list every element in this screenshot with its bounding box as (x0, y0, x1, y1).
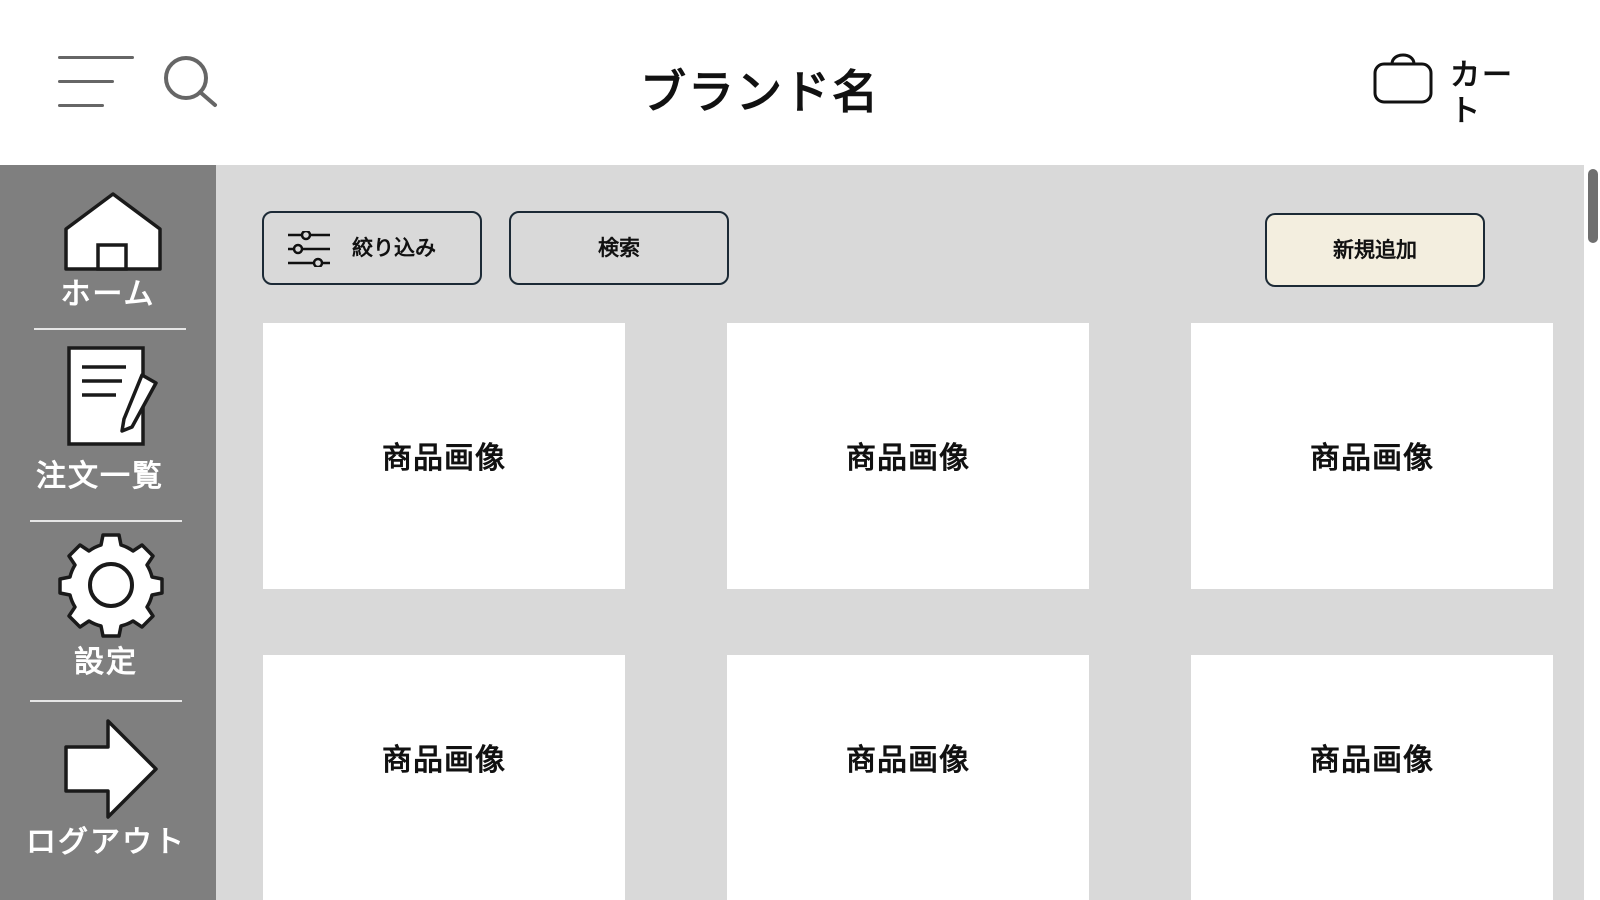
sidebar-item-label: ログアウト (26, 825, 186, 860)
scrollbar-thumb[interactable] (1588, 169, 1598, 243)
product-card[interactable]: 商品画像 (1191, 655, 1553, 900)
sidebar-item-orders[interactable]: 注文一覧 (0, 331, 216, 521)
top-header: ブランド名 カート (0, 0, 1600, 165)
sidebar-item-label: 注文一覧 (36, 459, 164, 494)
product-image-placeholder: 商品画像 (846, 743, 970, 778)
product-image-placeholder: 商品画像 (846, 441, 970, 476)
product-card[interactable]: 商品画像 (1191, 323, 1553, 589)
sidebar-item-label: ホーム (60, 277, 156, 312)
shopping-bag-icon (1373, 53, 1433, 104)
product-card[interactable]: 商品画像 (727, 655, 1089, 900)
brand-name[interactable]: ブランド名 (640, 62, 920, 122)
gear-icon (58, 533, 164, 638)
arrow-right-icon (64, 719, 158, 819)
vertical-scrollbar[interactable] (1584, 165, 1600, 900)
cart-button[interactable]: カート (1372, 50, 1542, 129)
document-edit-icon (67, 346, 158, 446)
sidebar-divider (34, 328, 186, 330)
hamburger-menu-icon[interactable] (58, 56, 136, 108)
add-new-button-label: 新規追加 (1333, 238, 1417, 262)
sidebar-item-home[interactable]: ホーム (0, 165, 216, 325)
filter-button-label: 絞り込み (352, 236, 436, 260)
search-button-label: 検索 (598, 236, 640, 260)
product-image-placeholder: 商品画像 (382, 743, 506, 778)
sidebar-item-label: 設定 (74, 645, 138, 680)
search-button[interactable]: 検索 (509, 211, 729, 285)
product-card[interactable]: 商品画像 (263, 323, 625, 589)
sliders-icon (288, 231, 330, 267)
add-new-button[interactable]: 新規追加 (1265, 213, 1485, 287)
search-icon[interactable] (162, 54, 220, 112)
sidebar-divider (30, 700, 182, 702)
sidebar: ホーム 注文一覧 設定 ログアウト (0, 165, 216, 900)
home-icon (64, 192, 162, 271)
product-card[interactable]: 商品画像 (727, 323, 1089, 589)
product-list-area: 絞り込み 検索 新規追加 商品画像 商品画像 商品画像 商品画像 商品画像 商品… (216, 165, 1584, 900)
sidebar-item-logout[interactable]: ログアウト (0, 703, 216, 900)
sidebar-divider (30, 520, 182, 522)
product-image-placeholder: 商品画像 (1310, 743, 1434, 778)
filter-button[interactable]: 絞り込み (262, 211, 482, 285)
cart-label: カート (1450, 58, 1514, 129)
product-image-placeholder: 商品画像 (1310, 441, 1434, 476)
product-image-placeholder: 商品画像 (382, 441, 506, 476)
product-card[interactable]: 商品画像 (263, 655, 625, 900)
sidebar-item-settings[interactable]: 設定 (0, 523, 216, 699)
